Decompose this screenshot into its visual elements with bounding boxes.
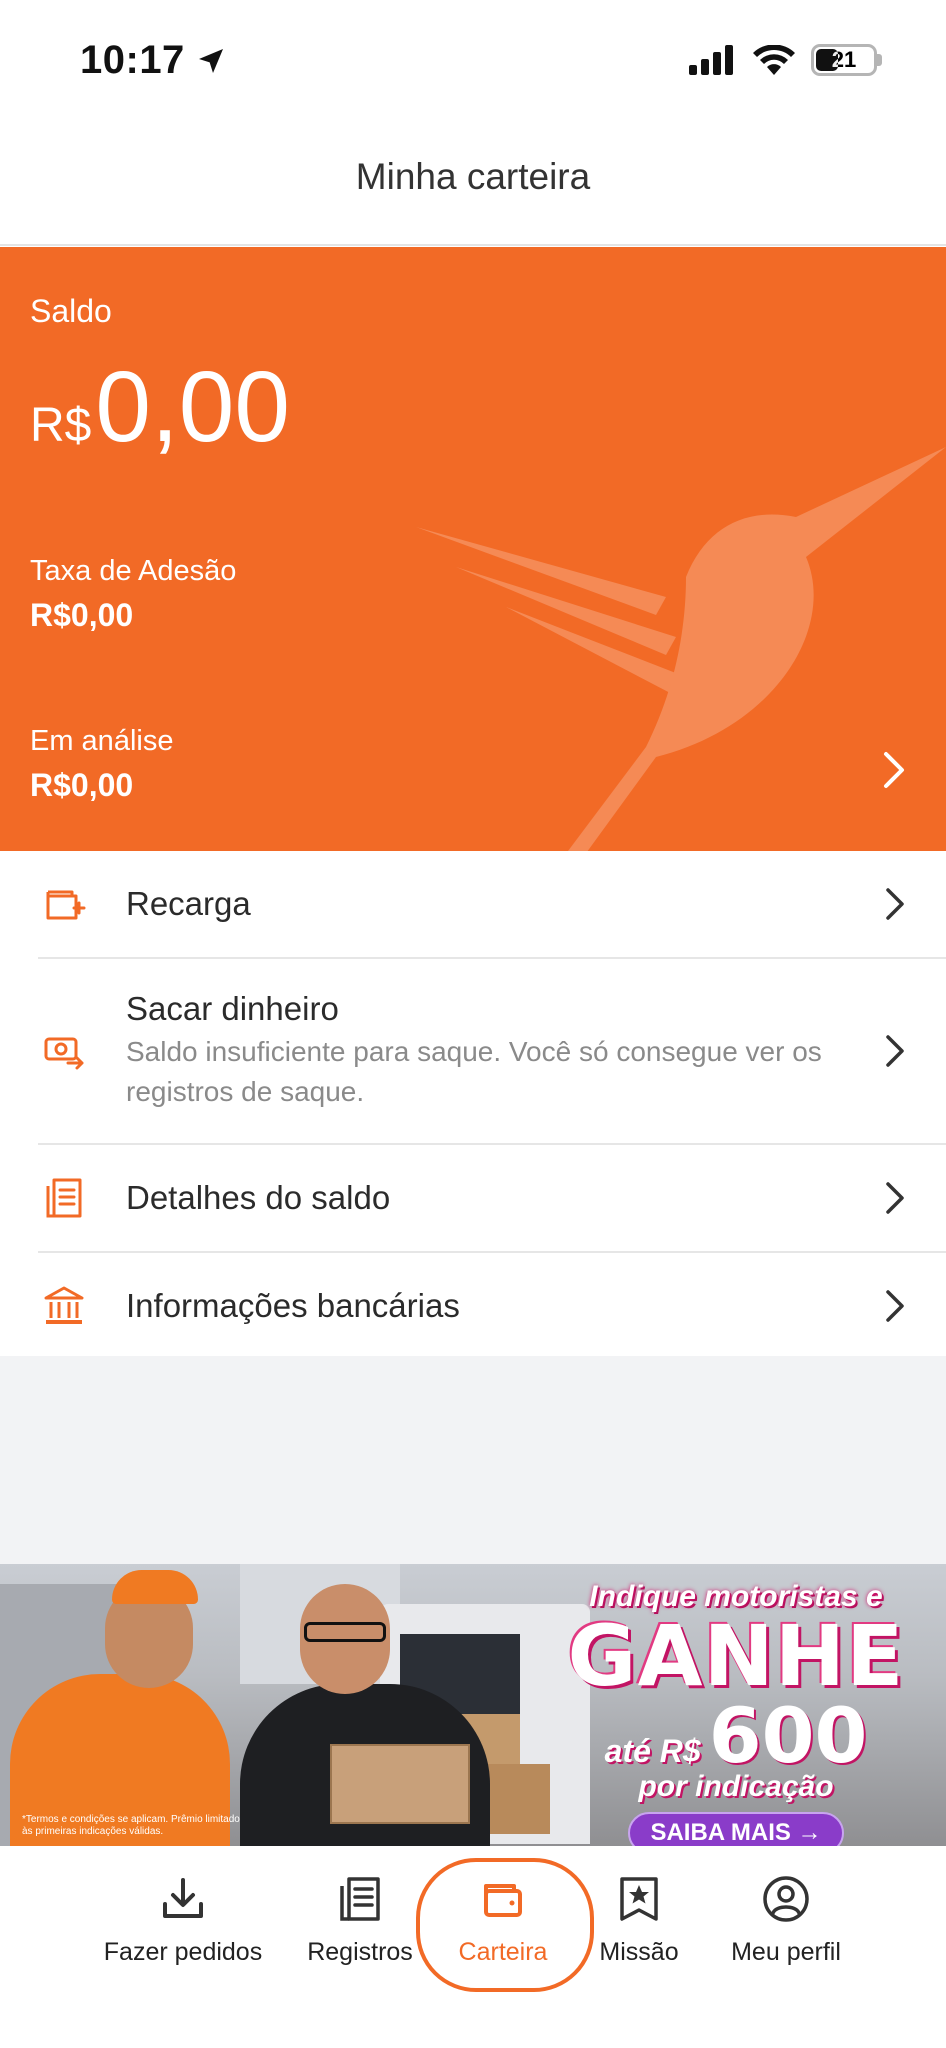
page-title: Minha carteira — [355, 156, 591, 197]
menu-item-label: Sacar dinheiro — [126, 990, 339, 1027]
fee-label: Taxa de Adesão — [30, 555, 237, 587]
battery-indicator: 21 — [811, 44, 882, 76]
balance-card[interactable]: Saldo R$ 0,00 Taxa de Adesão R$0,00 Em a… — [0, 247, 946, 851]
tab-label: Meu perfil — [731, 1938, 841, 1966]
status-icons: 21 — [689, 44, 882, 76]
page-header: Minha carteira — [0, 110, 946, 246]
tab-label: Carteira — [458, 1938, 548, 1966]
menu-item-subtitle: Saldo insuficiente para saque. Você só c… — [126, 1036, 822, 1107]
wifi-icon — [753, 45, 795, 75]
star-badge-icon — [620, 1877, 658, 1921]
status-time: 10:17 — [80, 38, 185, 82]
cellular-signal-icon — [689, 45, 733, 75]
tab-missao[interactable]: Missão — [554, 1874, 724, 1967]
status-time-group: 10:17 — [80, 38, 227, 83]
menu-item-informacoes-bancarias[interactable]: Informações bancárias — [0, 1253, 946, 1359]
promo-amount-prefix: até R$ — [604, 1733, 701, 1769]
chevron-right-icon — [886, 888, 904, 920]
analysis-value: R$0,00 — [30, 767, 134, 803]
status-bar: 10:17 21 — [0, 0, 946, 110]
menu-item-label: Informações bancárias — [126, 1287, 460, 1324]
saiba-mais-button[interactable]: SAIBA MAIS → — [628, 1812, 844, 1846]
balance-value: 0,00 — [95, 351, 290, 463]
hummingbird-logo-icon — [416, 447, 946, 851]
menu-item-detalhes-do-saldo[interactable]: Detalhes do saldo — [0, 1145, 946, 1251]
menu-item-label: Recarga — [126, 885, 251, 922]
tab-meu-perfil[interactable]: Meu perfil — [701, 1874, 871, 1967]
promo-amount-value: 600 — [708, 1691, 868, 1780]
records-icon — [340, 1877, 380, 1921]
empty-area — [0, 1356, 946, 1564]
balance-currency: R$ — [30, 399, 92, 452]
tab-fazer-pedidos[interactable]: Fazer pedidos — [98, 1874, 268, 1967]
download-icon — [163, 1878, 203, 1918]
menu-item-recarga[interactable]: Recarga — [0, 851, 946, 957]
fee-value: R$0,00 — [30, 597, 134, 633]
bottom-tab-bar: Fazer pedidos Registros Carteira Missão — [0, 1846, 946, 2048]
chevron-right-icon — [886, 1182, 904, 1214]
tab-label: Missão — [599, 1938, 679, 1966]
promo-terms: *Termos e condições se aplicam. Prêmio l… — [22, 1814, 240, 1837]
battery-level: 21 — [831, 47, 857, 72]
document-list-icon — [46, 1178, 82, 1218]
tab-label: Registros — [307, 1938, 413, 1966]
promo-text: Indique motoristas e GANHE até R$ 600 po… — [546, 1580, 926, 1846]
wallet-menu: Recarga Sacar dinheiro Saldo insuficient… — [0, 851, 946, 1359]
wallet-add-icon — [46, 890, 86, 920]
menu-item-label: Detalhes do saldo — [126, 1179, 391, 1216]
user-icon — [763, 1876, 809, 1922]
analysis-label: Em análise — [30, 725, 174, 757]
promo-ganhe: GANHE — [567, 1607, 905, 1705]
promo-banner[interactable]: Indique motoristas e GANHE até R$ 600 po… — [0, 1564, 946, 1846]
cash-withdraw-icon — [44, 1037, 84, 1070]
chevron-right-icon — [886, 1290, 904, 1322]
promo-per-referral: por indicação — [638, 1770, 834, 1803]
tab-label: Fazer pedidos — [103, 1938, 263, 1966]
location-arrow-icon — [198, 48, 223, 73]
menu-item-sacar-dinheiro[interactable]: Sacar dinheiro Saldo insuficiente para s… — [0, 959, 946, 1143]
promo-amount: até R$ 600 — [546, 1698, 926, 1774]
battery-icon: 21 — [811, 44, 877, 76]
chevron-right-icon — [886, 1035, 904, 1067]
chevron-right-icon[interactable] — [882, 750, 906, 790]
wallet-icon — [484, 1884, 522, 1917]
balance-amount: R$ 0,00 — [30, 357, 290, 457]
bank-icon — [44, 1286, 84, 1324]
balance-label: Saldo — [30, 293, 112, 329]
